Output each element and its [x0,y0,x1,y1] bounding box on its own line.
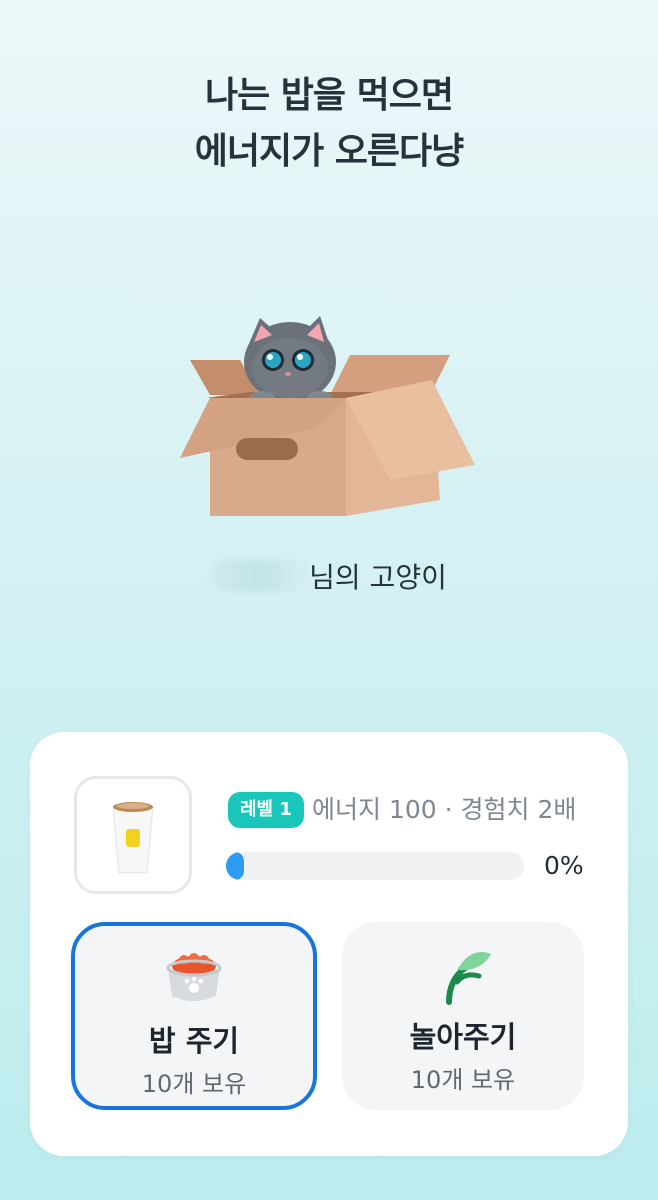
play-button[interactable]: 놀아주기 10개 보유 [342,922,584,1110]
coffee-cup-icon [112,802,154,874]
feed-label: 밥 주기 [148,1024,240,1058]
cat-icon [244,316,336,409]
headline: 나는 밥을 먹으면 에너지가 오른다냥 [0,68,658,180]
item-thumbnail[interactable] [74,776,192,894]
owner-caption: 님의 고양이 [0,556,658,596]
energy-progress-bar [226,852,524,880]
play-label: 놀아주기 [409,1020,517,1054]
headline-line-1: 나는 밥을 먹으면 [205,75,454,116]
progress-percent: 0% [544,851,584,880]
cat-in-box-illustration [170,300,490,540]
blurred-username [211,560,308,592]
food-bowl-icon [166,953,222,1001]
feed-button[interactable]: 밥 주기 10개 보유 [71,922,317,1110]
owner-caption-text: 님의 고양이 [309,561,447,594]
play-count: 10개 보유 [410,1066,516,1094]
level-badge: 레벨 1 [228,792,304,828]
level-info: 에너지 100 · 경험치 2배 [312,795,577,824]
cat-toy-icon [446,952,491,1005]
energy-progress-fill [226,852,244,880]
headline-line-2: 에너지가 오른다냥 [194,131,465,172]
feed-count: 10개 보유 [141,1070,247,1098]
status-card: 레벨 1 에너지 100 · 경험치 2배 0% 밥 주기 10개 보유 놀아주… [30,732,628,1156]
